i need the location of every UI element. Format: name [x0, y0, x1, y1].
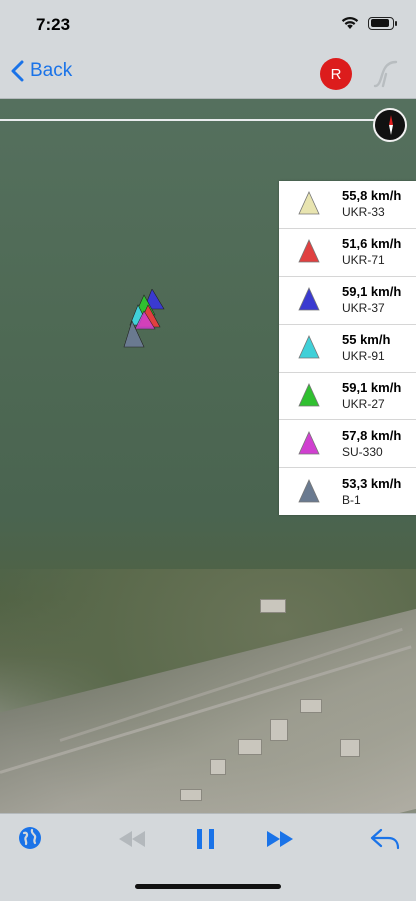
fast-forward-icon[interactable]: [266, 830, 294, 848]
record-button[interactable]: R: [320, 58, 352, 90]
legend-speed: 55,8 km/h: [342, 188, 402, 204]
legend-boat-name: B-1: [342, 492, 361, 507]
cone-icon: [298, 191, 320, 215]
legend-boat-name: UKR-33: [342, 205, 385, 220]
legend-speed: 59,1 km/h: [342, 380, 402, 395]
back-button[interactable]: Back: [10, 60, 72, 82]
satellite-map[interactable]: 55,8 km/h UKR-33 51,6 km/h UKR-71 59,1 km/…: [0, 99, 416, 813]
legend-row[interactable]: 53,3 km/h B-1: [279, 468, 416, 515]
building: [210, 759, 226, 775]
globe-icon[interactable]: [18, 826, 42, 850]
building: [180, 789, 202, 801]
cone-icon: [298, 287, 320, 311]
wifi-icon: [341, 16, 359, 29]
legend-speed: 59,1 km/h: [342, 284, 402, 300]
legend-boat-name: UKR-27: [342, 397, 385, 411]
legend-boat-name: UKR-91: [342, 349, 385, 364]
legend-speed: 53,3 km/h: [342, 475, 402, 491]
legend-speed: 55 km/h: [342, 332, 391, 348]
status-bar: 7:23: [0, 0, 416, 48]
cone-icon: [298, 478, 320, 503]
back-label: Back: [30, 60, 73, 81]
navigation-bar: Back R: [0, 48, 416, 99]
legend-boat-name: SU-330: [342, 444, 383, 459]
building: [340, 739, 360, 757]
legend-boat-name: UKR-37: [342, 301, 385, 316]
legend-row[interactable]: 51,6 km/h UKR-71: [279, 229, 416, 277]
home-indicator[interactable]: [135, 884, 281, 889]
curve-icon[interactable]: [372, 60, 398, 88]
legend-row[interactable]: 59,1 km/h UKR-37: [279, 277, 416, 325]
legend-speed: 57,8 km/h: [342, 427, 402, 443]
status-icons: [340, 16, 397, 30]
status-time: 7:23: [36, 15, 71, 34]
legend-speed: 51,6 km/h: [342, 236, 402, 252]
legend-row[interactable]: 55 km/h UKR-91: [279, 325, 416, 373]
legend-row[interactable]: 57,8 km/h SU-330: [279, 420, 416, 469]
building: [238, 739, 262, 755]
track-line: [0, 119, 390, 121]
building: [260, 599, 286, 613]
cone-icon: [298, 430, 320, 455]
cone-icon: [298, 239, 320, 263]
reply-icon[interactable]: [370, 828, 400, 850]
legend-boat-name: UKR-71: [342, 253, 385, 268]
rewind-icon[interactable]: [118, 830, 146, 848]
building: [270, 719, 288, 741]
legend-row[interactable]: 55,8 km/h UKR-33: [279, 181, 416, 229]
pause-icon[interactable]: [196, 828, 216, 850]
compass-icon[interactable]: [373, 108, 407, 142]
cone-icon: [298, 335, 320, 359]
chevron-left-icon: [11, 60, 24, 82]
boat-legend: 55,8 km/h UKR-33 51,6 km/h UKR-71 59,1 km/…: [279, 181, 416, 516]
compass-needle: [389, 115, 393, 135]
battery-icon: [368, 16, 397, 30]
legend-row[interactable]: 59,1 km/h UKR-27: [279, 373, 416, 421]
cone-icon: [298, 383, 320, 407]
boat-cluster[interactable]: [122, 289, 172, 359]
building: [300, 699, 322, 713]
